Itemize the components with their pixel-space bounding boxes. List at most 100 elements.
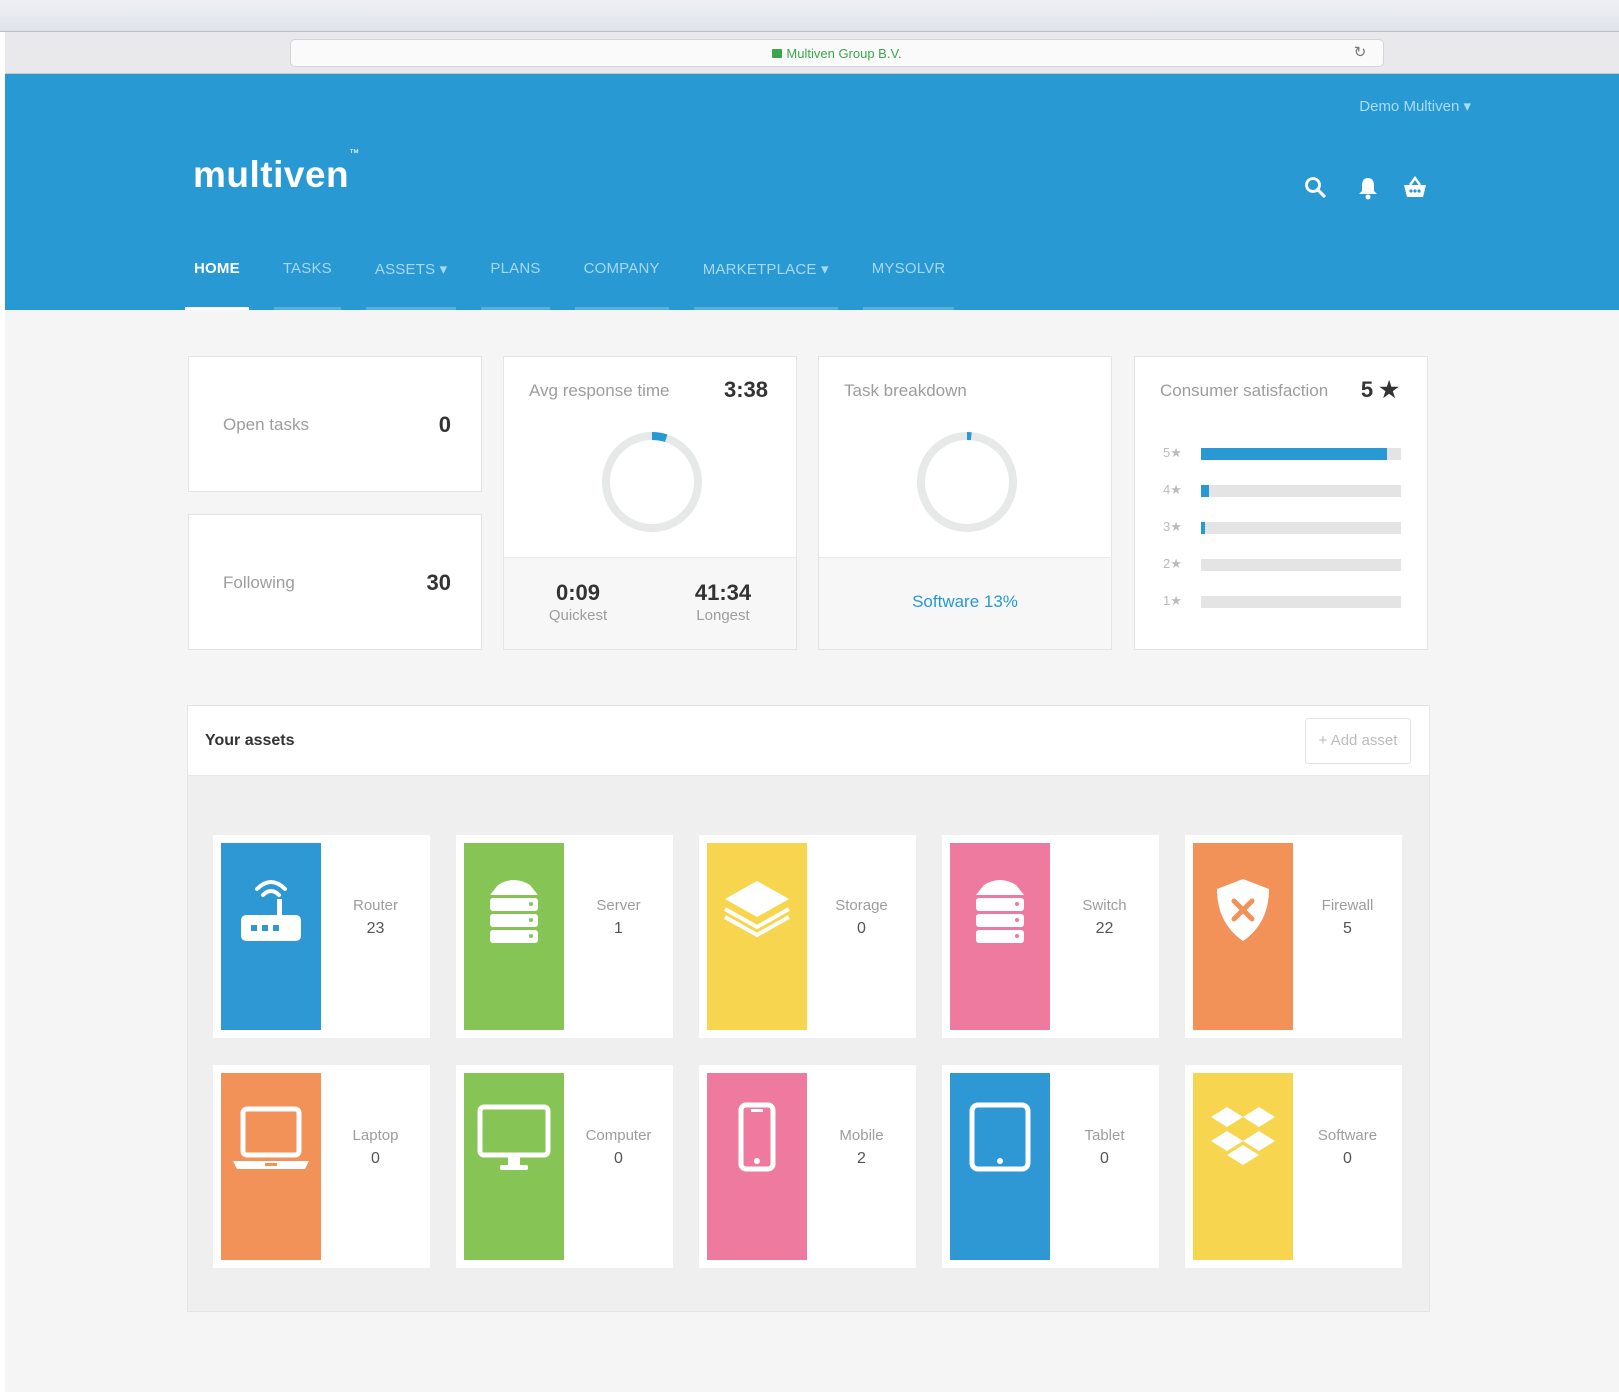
nav-home[interactable]: HOME (185, 250, 249, 310)
asset-count: 22 (1095, 920, 1114, 937)
asset-tile-software[interactable]: Software 0 (1185, 1065, 1402, 1268)
rating-row: 5★ (1163, 445, 1403, 461)
rating-label: 3★ (1163, 519, 1182, 534)
search-icon[interactable] (1302, 174, 1330, 202)
asset-tile-server[interactable]: Server 1 (456, 835, 673, 1038)
longest-label: Longest (696, 607, 750, 624)
logo-trademark: ™ (349, 147, 360, 159)
satisfaction-card: Consumer satisfaction 5 ★ 5★ 4★ 3★ 2★ 1★ (1134, 356, 1428, 650)
asset-count: 5 (1343, 920, 1352, 937)
nav-plans[interactable]: PLANS (481, 250, 550, 310)
asset-label: Storage (835, 897, 888, 914)
rating-label: 1★ (1163, 593, 1182, 608)
mobile-icon (707, 1073, 807, 1260)
asset-label: Mobile (839, 1127, 884, 1144)
user-menu[interactable]: Demo Multiven ▾ (1359, 97, 1471, 115)
tablet-icon (950, 1073, 1050, 1260)
basket-icon[interactable] (1401, 174, 1429, 202)
nav-company[interactable]: COMPANY (574, 250, 669, 310)
open-tasks-card[interactable]: Open tasks 0 (188, 356, 482, 492)
task-breakdown-label: Task breakdown (844, 381, 967, 400)
address-bar[interactable]: Multiven Group B.V. ↻ (290, 39, 1384, 67)
browser-titlebar (0, 0, 1619, 32)
rating-row: 1★ (1163, 593, 1403, 609)
add-asset-button[interactable]: + Add asset (1305, 718, 1411, 764)
asset-label: Server (596, 897, 641, 914)
rating-bar (1201, 448, 1387, 460)
asset-count: 0 (857, 920, 866, 937)
laptop-icon (221, 1073, 321, 1260)
asset-label: Software (1317, 1127, 1378, 1144)
asset-count: 0 (1343, 1150, 1352, 1167)
firewall-icon (1193, 843, 1293, 1030)
router-icon (221, 843, 321, 1030)
browser-toolbar: Multiven Group B.V. ↻ (5, 32, 1619, 74)
bell-icon[interactable] (1354, 174, 1382, 202)
asset-count: 1 (614, 920, 623, 937)
asset-tile-storage[interactable]: Storage 0 (699, 835, 916, 1038)
asset-tile-mobile[interactable]: Mobile 2 (699, 1065, 916, 1268)
response-time-footer: 0:09 Quickest 41:34 Longest (504, 557, 796, 649)
assets-header: Your assets + Add asset (188, 706, 1429, 776)
asset-count: 23 (366, 920, 385, 937)
quickest-label: Quickest (548, 607, 608, 624)
asset-tile-laptop[interactable]: Laptop 0 (213, 1065, 430, 1268)
storage-icon (707, 843, 807, 1030)
site-header: Demo Multiven ▾ multiven™ HOME TASKS ASS… (5, 74, 1619, 310)
task-breakdown-card: Task breakdown Software 13% (818, 356, 1112, 650)
asset-tile-tablet[interactable]: Tablet 0 (942, 1065, 1159, 1268)
asset-label: Router (352, 897, 399, 914)
satisfaction-label: Consumer satisfaction (1160, 381, 1329, 400)
main-nav: HOME TASKS ASSETS ▾ PLANS COMPANY MARKET… (185, 250, 979, 310)
assets-title: Your assets (205, 732, 295, 749)
following-value: 30 (426, 570, 451, 595)
logo[interactable]: multiven™ (193, 148, 360, 196)
response-time-label: Avg response time (529, 381, 670, 400)
following-label: Following (223, 573, 295, 592)
satisfaction-value: 5 ★ (1360, 377, 1399, 402)
asset-count: 0 (1100, 1150, 1109, 1167)
rating-row: 2★ (1163, 556, 1403, 572)
nav-marketplace[interactable]: MARKETPLACE ▾ (693, 250, 838, 310)
asset-count: 0 (614, 1150, 623, 1167)
response-time-value: 3:38 (723, 377, 768, 402)
rating-bar (1201, 485, 1209, 497)
longest-value: 41:34 (694, 580, 752, 605)
switch-icon (950, 843, 1050, 1030)
following-card[interactable]: Following 30 (188, 514, 482, 650)
open-tasks-value: 0 (438, 412, 451, 437)
nav-tasks[interactable]: TASKS (273, 250, 341, 310)
software-icon (1193, 1073, 1293, 1260)
asset-count: 0 (371, 1150, 380, 1167)
task-breakdown-ring (917, 432, 1017, 532)
server-icon (464, 843, 564, 1030)
assets-panel: Your assets + Add asset Router 23 Server… (187, 705, 1430, 1312)
asset-tile-computer[interactable]: Computer 0 (456, 1065, 673, 1268)
nav-mysolvr[interactable]: MYSOLVR (862, 250, 955, 310)
rating-label: 5★ (1163, 445, 1182, 460)
lock-icon (772, 49, 783, 58)
asset-tile-firewall[interactable]: Firewall 5 (1185, 835, 1402, 1038)
asset-label: Switch (1082, 897, 1127, 914)
response-time-ring (602, 432, 702, 532)
rating-label: 2★ (1163, 556, 1182, 571)
address-text: Multiven Group B.V. (786, 46, 902, 61)
computer-icon (464, 1073, 564, 1260)
rating-label: 4★ (1163, 482, 1182, 497)
asset-tile-router[interactable]: Router 23 (213, 835, 430, 1038)
asset-count: 2 (857, 1150, 866, 1167)
task-breakdown-footer: Software 13% (819, 557, 1111, 649)
response-time-card: Avg response time 3:38 0:09 Quickest 41:… (503, 356, 797, 650)
quickest-value: 0:09 (555, 580, 601, 605)
asset-label: Tablet (1084, 1127, 1125, 1144)
asset-label: Firewall (1321, 897, 1374, 914)
rating-row: 4★ (1163, 482, 1403, 498)
breakdown-link[interactable]: Software 13% (819, 592, 1111, 612)
asset-tile-switch[interactable]: Switch 22 (942, 835, 1159, 1038)
reload-icon[interactable]: ↻ (1351, 44, 1369, 62)
rating-row: 3★ (1163, 519, 1403, 535)
rating-bar (1201, 522, 1205, 534)
logo-text: multiven (193, 154, 350, 195)
open-tasks-label: Open tasks (223, 415, 309, 434)
nav-assets[interactable]: ASSETS ▾ (365, 250, 457, 310)
